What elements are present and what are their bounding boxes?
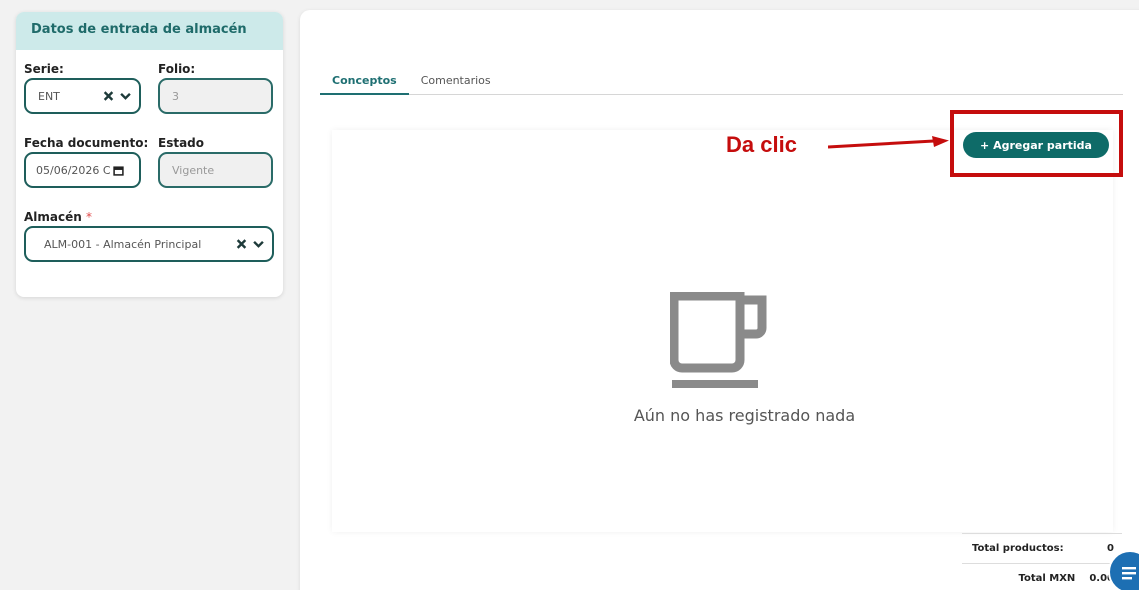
serie-label: Serie: [24,62,64,76]
calendar-icon[interactable] [112,165,124,176]
clear-x-icon[interactable] [236,239,247,250]
empty-state-message: Aún no has registrado nada [300,406,1139,425]
coffee-cup-icon [670,292,767,388]
estado-label: Estado [158,136,205,150]
total-mxn-label: Total MXN [1018,573,1076,584]
tab-conceptos[interactable]: Conceptos [320,72,409,95]
add-item-button[interactable]: + Agregar partida [963,132,1109,158]
fecha-label: Fecha documento: [24,136,149,150]
almacen-label-text: Almacén [24,210,82,224]
tab-bar: Conceptos Comentarios [320,72,1123,95]
total-mxn-row: Total MXN 0.00 [962,563,1122,590]
chevron-down-icon[interactable] [253,239,264,250]
annotation-arrow-icon [828,136,949,149]
almacen-select[interactable]: ALM-001 - Almacén Principal [24,226,274,262]
chat-button[interactable] [1108,550,1139,590]
totals-panel: Total productos: 0 Total MXN 0.00 [962,533,1122,590]
fecha-value: 05/06/2026 C [36,163,111,177]
tab-comentarios[interactable]: Comentarios [409,72,503,95]
empty-state-text: Aún no has registrado nada [633,406,856,425]
almacen-value: ALM-001 - Almacén Principal [44,237,202,251]
card-title: Datos de entrada de almacén [16,12,283,50]
folio-field: 3 [158,78,273,114]
folio-value: 3 [172,89,179,103]
folio-label: Folio: [158,62,196,76]
required-mark: * [85,210,92,224]
annotation-label: Da clic [726,132,797,157]
estado-value: Vigente [172,163,215,177]
estado-field: Vigente [158,152,273,188]
total-productos-row: Total productos: 0 [962,533,1122,563]
fecha-input[interactable]: 05/06/2026 C [24,152,141,188]
clear-x-icon[interactable] [103,91,114,102]
serie-value: ENT [38,89,60,103]
chat-icon [1122,567,1136,580]
serie-select[interactable]: ENT [24,78,141,114]
warehouse-entry-card: Datos de entrada de almacén Serie: Folio… [16,12,283,297]
total-productos-label: Total productos: [972,543,1064,554]
main-panel: Conceptos Comentarios + Agregar partida … [300,10,1139,590]
chevron-down-icon[interactable] [120,91,131,102]
almacen-label: Almacén * [24,210,92,224]
